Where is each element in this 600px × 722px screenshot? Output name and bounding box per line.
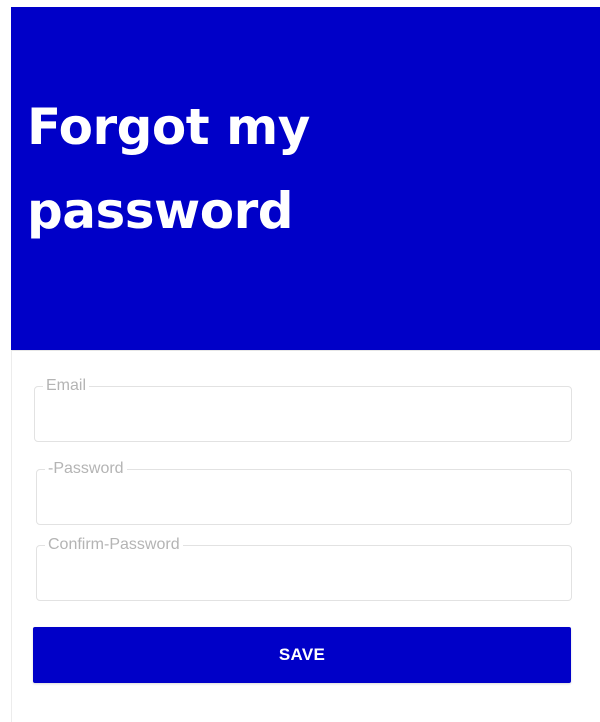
forgot-password-page: Forgot my password Email -Password Confi… (0, 0, 600, 722)
header-banner: Forgot my password (11, 7, 600, 350)
email-input[interactable] (47, 401, 559, 429)
confirm-password-input[interactable] (49, 560, 559, 588)
page-title-line-2: password (27, 182, 294, 240)
password-label: -Password (45, 460, 127, 478)
page-title: Forgot my password (27, 85, 447, 253)
email-field[interactable]: Email (34, 377, 572, 442)
save-button[interactable]: SAVE (33, 627, 571, 683)
confirm-password-label: Confirm-Password (45, 536, 183, 554)
password-field[interactable]: -Password (36, 460, 572, 525)
email-label: Email (43, 377, 90, 395)
password-input[interactable] (49, 484, 559, 512)
confirm-password-field[interactable]: Confirm-Password (36, 536, 572, 601)
page-title-line-1: Forgot my (27, 98, 310, 156)
